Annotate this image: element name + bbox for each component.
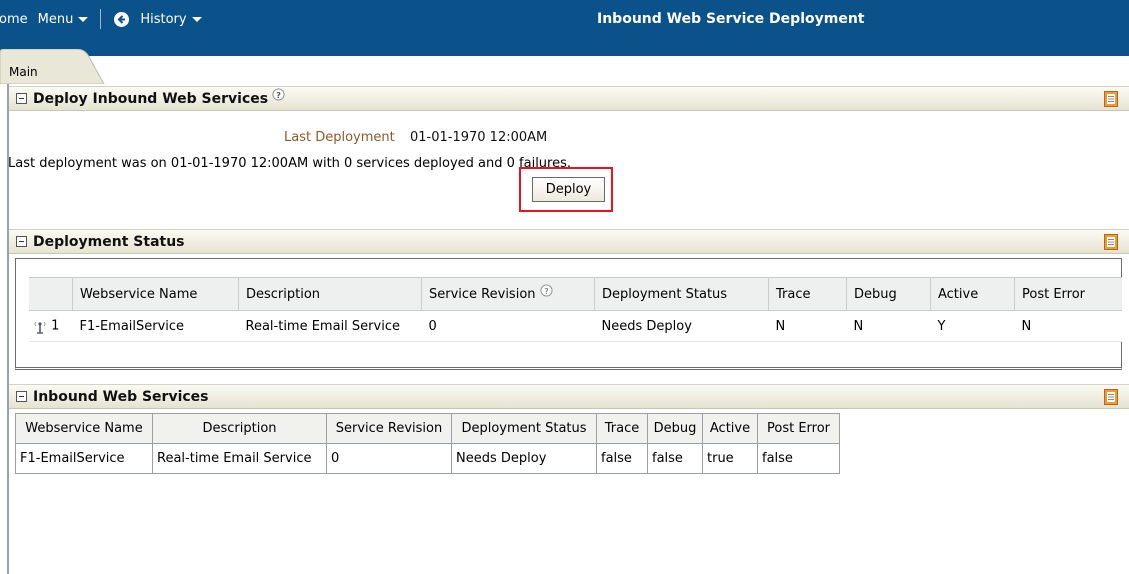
list-icon[interactable]	[1104, 91, 1118, 107]
column-header-service-revision[interactable]: Service Revision?	[421, 277, 595, 311]
inbound-section-header: Inbound Web Services	[9, 384, 1129, 409]
list-icon[interactable]	[1104, 389, 1118, 405]
column-header[interactable]: Post Error	[1014, 277, 1122, 311]
cell-post-error: false	[757, 443, 840, 474]
column-header[interactable]: Webservice Name	[15, 413, 153, 444]
caret-down-icon	[191, 16, 202, 22]
column-header[interactable]: Active	[930, 277, 1015, 311]
collapse-icon[interactable]	[16, 93, 27, 104]
last-deployment-label: Last Deployment	[284, 130, 395, 145]
column-header[interactable]: Deployment Status	[451, 413, 597, 444]
nav-separator	[100, 9, 102, 29]
deploy-section-header: Deploy Inbound Web Services?	[9, 86, 1129, 111]
broadcast-icon	[34, 321, 46, 334]
collapse-icon[interactable]	[16, 236, 27, 247]
cell-deployment-status: Needs Deploy	[451, 443, 597, 474]
cell-revision: 0	[326, 443, 452, 474]
svg-text:?: ?	[276, 90, 281, 100]
page-title: Inbound Web Service Deployment	[597, 11, 865, 27]
collapse-icon[interactable]	[16, 391, 27, 402]
table-header-row: Webservice Name Description Service Revi…	[29, 277, 1122, 311]
svg-text:?: ?	[544, 285, 548, 295]
deployment-message: Last deployment was on 01-01-1970 12:00A…	[8, 156, 572, 171]
column-header[interactable]: Description	[238, 277, 422, 311]
cell-debug: N	[846, 310, 931, 342]
cell-name: F1-EmailService	[15, 443, 153, 474]
table-row[interactable]: 1 F1-EmailService Real-time Email Servic…	[29, 310, 1122, 342]
cell-revision: 0	[421, 310, 595, 342]
menu-label: Menu	[37, 11, 74, 27]
column-header[interactable]: Post Error	[757, 413, 840, 444]
cell-trace: false	[596, 443, 648, 474]
table-row[interactable]: F1-EmailService Real-time Email Service …	[15, 443, 840, 474]
cell-deployment-status: Needs Deploy	[594, 310, 769, 342]
home-link[interactable]: ome	[0, 12, 28, 27]
help-icon[interactable]: ?	[539, 283, 553, 297]
top-nav: ome Menu History	[0, 9, 202, 29]
tab-main-label: Main	[9, 65, 38, 79]
caret-down-icon	[78, 16, 89, 22]
cell-active: Y	[930, 310, 1015, 342]
column-header[interactable]: Description	[152, 413, 327, 444]
list-icon[interactable]	[1104, 234, 1118, 250]
column-header[interactable]: Service Revision	[326, 413, 452, 444]
cell-name: F1-EmailService	[72, 310, 239, 342]
last-deployment-value: 01-01-1970 12:00AM	[410, 130, 548, 145]
row-number: 1	[51, 318, 60, 334]
menu-dropdown[interactable]: Menu	[38, 12, 89, 27]
table-header-row: Webservice Name Description Service Revi…	[15, 413, 840, 444]
row-number-header	[29, 277, 73, 311]
cell-active: true	[702, 443, 758, 474]
column-header[interactable]: Webservice Name	[72, 277, 239, 311]
top-bar: ome Menu History Inbound Web Service Dep…	[0, 0, 1129, 56]
help-icon[interactable]: ?	[272, 88, 285, 101]
deploy-section-title: Deploy Inbound Web Services?	[33, 88, 285, 107]
highlight-box	[519, 167, 613, 212]
column-header[interactable]: Deployment Status	[594, 277, 769, 311]
history-dropdown[interactable]: History	[140, 11, 202, 27]
cell-debug: false	[647, 443, 703, 474]
deployment-status-table: Webservice Name Description Service Revi…	[29, 277, 1122, 342]
back-arrow-icon[interactable]	[114, 11, 130, 27]
tab-main[interactable]: Main	[0, 49, 112, 84]
column-header-label: Service Revision	[429, 286, 536, 302]
cell-description: Real-time Email Service	[152, 443, 327, 474]
history-label: History	[140, 11, 187, 27]
status-section-title: Deployment Status	[33, 234, 185, 250]
status-section-header: Deployment Status	[9, 229, 1129, 254]
row-number-cell: 1	[29, 310, 73, 342]
inbound-web-services-table: Webservice Name Description Service Revi…	[15, 413, 840, 474]
column-header[interactable]: Debug	[846, 277, 931, 311]
deploy-section-title-text: Deploy Inbound Web Services	[33, 91, 269, 107]
cell-post-error: N	[1014, 310, 1122, 342]
column-header[interactable]: Active	[702, 413, 758, 444]
cell-description: Real-time Email Service	[238, 310, 422, 342]
column-header[interactable]: Trace	[596, 413, 648, 444]
inbound-section-title: Inbound Web Services	[33, 389, 209, 405]
column-header[interactable]: Debug	[647, 413, 703, 444]
column-header[interactable]: Trace	[768, 277, 847, 311]
cell-trace: N	[768, 310, 847, 342]
